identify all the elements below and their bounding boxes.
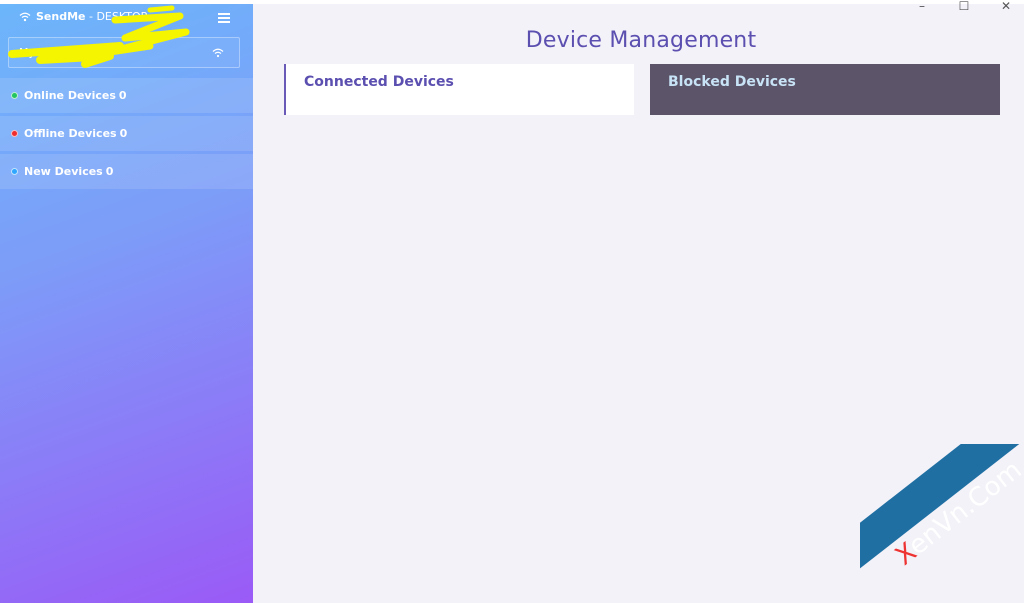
sidebar-nav: Online Devices 0 Offline Devices 0 New D… xyxy=(0,78,253,192)
tab-connected-devices[interactable]: Connected Devices xyxy=(284,64,634,115)
wifi-icon xyxy=(19,12,31,22)
sidebar-header: SendMe - DESKTOP xyxy=(0,4,253,34)
tab-label: Connected Devices xyxy=(304,74,454,90)
window-controls: – ☐ ✕ xyxy=(914,0,1014,12)
app-title: SendMe - DESKTOP xyxy=(36,10,147,23)
sidebar-item-label: Offline Devices xyxy=(24,127,117,140)
close-icon[interactable]: ✕ xyxy=(998,0,1014,12)
sidebar-item-label: Online Devices xyxy=(24,89,116,102)
sidebar-item-count: 0 xyxy=(119,127,128,140)
online-status-dot xyxy=(11,92,18,99)
sidebar-item-label: New Devices xyxy=(24,165,103,178)
tab-blocked-devices[interactable]: Blocked Devices xyxy=(650,64,1000,115)
watermark-logo: XenVn.Com xyxy=(860,444,1024,603)
network-wifi-icon xyxy=(212,48,224,58)
sidebar-item-online-devices[interactable]: Online Devices 0 xyxy=(0,78,253,113)
network-name: My Network xyxy=(19,46,85,59)
sidebar-item-new-devices[interactable]: New Devices 0 xyxy=(0,154,253,189)
sidebar-item-count: 0 xyxy=(105,165,114,178)
host-name: - DESKTOP xyxy=(85,10,148,23)
page-title: Device Management xyxy=(525,28,757,53)
app-name: SendMe xyxy=(36,10,86,23)
minimize-icon[interactable]: – xyxy=(914,0,930,12)
hamburger-menu-icon[interactable] xyxy=(218,13,232,25)
offline-status-dot xyxy=(11,130,18,137)
tab-label: Blocked Devices xyxy=(668,74,796,90)
new-status-dot xyxy=(11,168,18,175)
sidebar-item-count: 0 xyxy=(118,89,127,102)
sidebar: SendMe - DESKTOP My Network Online Devic… xyxy=(0,4,253,603)
sidebar-item-offline-devices[interactable]: Offline Devices 0 xyxy=(0,116,253,151)
app-window: SendMe - DESKTOP My Network Online Devic… xyxy=(0,0,1024,603)
maximize-icon[interactable]: ☐ xyxy=(956,0,972,12)
network-selector[interactable]: My Network xyxy=(8,37,240,68)
